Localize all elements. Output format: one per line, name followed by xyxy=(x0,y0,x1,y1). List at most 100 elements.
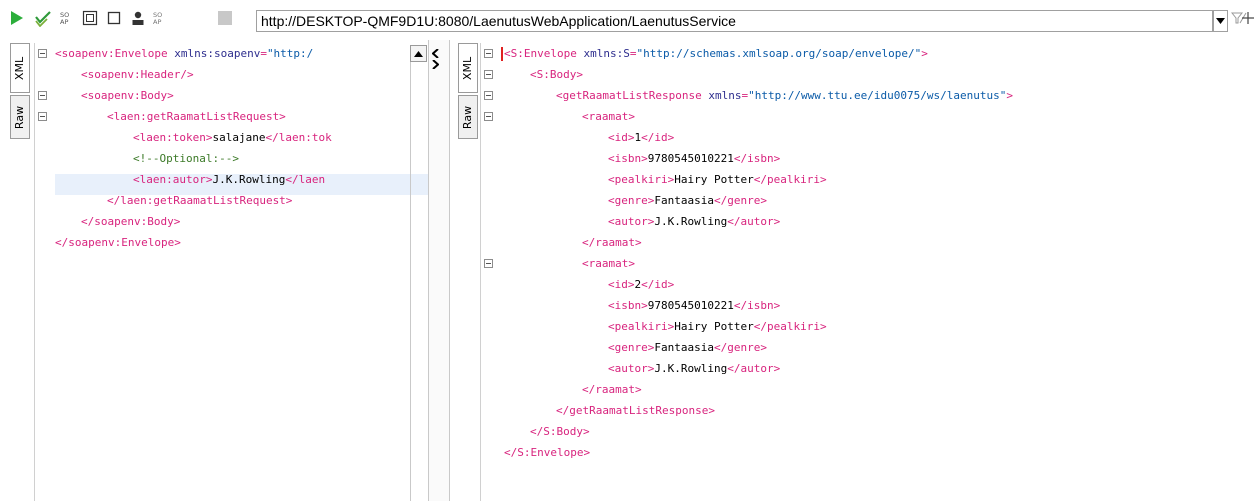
xml-token: </laen:getRaamatListRequest> xyxy=(107,194,293,207)
xml-token: xmlns xyxy=(708,89,742,102)
xml-token: J.K.Rowling xyxy=(654,215,728,228)
xml-line: <S:Body> xyxy=(530,64,583,85)
endpoint-url-input[interactable]: http://DESKTOP-QMF9D1U:8080/LaenutusWebA… xyxy=(256,10,1213,32)
collapse-right-icon[interactable] xyxy=(432,54,440,73)
xml-line: <!--Optional:--> xyxy=(133,148,239,169)
xml-token: <laen:token> xyxy=(133,131,213,144)
xml-token: </autor> xyxy=(727,215,781,228)
xml-token: <id> xyxy=(608,278,635,291)
xml-line: <getRaamatListResponse xmlns="http://www… xyxy=(556,85,1013,106)
xml-token: J.K.Rowling xyxy=(212,173,286,186)
xml-token: </raamat> xyxy=(582,383,642,396)
xml-token: "http:/ xyxy=(266,47,314,60)
xml-token: Fantaasia xyxy=(654,341,714,354)
xml-token: salajane xyxy=(212,131,266,144)
request-tab-raw[interactable]: Raw xyxy=(10,95,30,139)
request-xml-editor[interactable]: <soapenv:Envelope xmlns:soapenv="http:/<… xyxy=(34,43,428,501)
xml-token: <autor> xyxy=(608,215,655,228)
svg-text:AP: AP xyxy=(153,18,161,26)
request-tab-xml[interactable]: XML xyxy=(10,43,30,93)
xml-token: <raamat> xyxy=(582,257,635,270)
xml-token: <S:Body> xyxy=(530,68,583,81)
xml-line: <genre>Fantaasia</genre> xyxy=(608,337,767,358)
fold-toggle-icon[interactable] xyxy=(38,91,47,100)
xml-line: <pealkiri>Hairy Potter</pealkiri> xyxy=(608,169,827,190)
fold-toggle-icon[interactable] xyxy=(484,49,493,58)
xml-line: <isbn>9780545010221</isbn> xyxy=(608,295,780,316)
xml-line: <id>2</id> xyxy=(608,274,674,295)
xml-token: <raamat> xyxy=(582,110,635,123)
user-icon[interactable] xyxy=(129,9,147,27)
xml-token: <pealkiri> xyxy=(608,320,675,333)
xml-line: </S:Body> xyxy=(530,421,590,442)
xml-line: <raamat> xyxy=(582,253,635,274)
xml-token: <isbn> xyxy=(608,299,648,312)
text-cursor xyxy=(501,47,503,61)
xml-token: 9780545010221 xyxy=(647,299,734,312)
xml-token: <laen:getRaamatListRequest> xyxy=(107,110,286,123)
xml-token: <pealkiri> xyxy=(608,173,675,186)
pane-splitter[interactable] xyxy=(428,40,450,501)
square-icon[interactable] xyxy=(105,9,123,27)
response-tab-xml[interactable]: XML xyxy=(458,43,478,93)
xml-token: <id> xyxy=(608,131,635,144)
fold-toggle-icon[interactable] xyxy=(484,112,493,121)
xml-token: <soapenv:Body> xyxy=(81,89,174,102)
fold-toggle-icon[interactable] xyxy=(484,70,493,79)
xml-line: </soapenv:Envelope> xyxy=(55,232,181,253)
xml-token: 9780545010221 xyxy=(647,152,734,165)
xml-line: <isbn>9780545010221</isbn> xyxy=(608,148,780,169)
soap-alt-icon[interactable]: SO AP xyxy=(151,9,169,27)
xml-token: </id> xyxy=(641,278,675,291)
xml-token: </genre> xyxy=(713,341,767,354)
xml-token: "http://www.ttu.ee/idu0075/ws/laenutus" xyxy=(748,89,1007,102)
xml-schema-icon[interactable] xyxy=(81,9,99,27)
fold-toggle-icon[interactable] xyxy=(38,112,47,121)
xml-token: <soapenv:Envelope xyxy=(55,47,175,60)
toolbar: SO AP SO AP http://DESKTOP-QMF9D1U:8080/La… xyxy=(0,0,1258,40)
xml-token: <S:Envelope xyxy=(504,47,584,60)
xml-token: <autor> xyxy=(608,362,655,375)
xml-token: <genre> xyxy=(608,194,655,207)
xml-token: <isbn> xyxy=(608,152,648,165)
xml-token: Fantaasia xyxy=(654,194,714,207)
fold-toggle-icon[interactable] xyxy=(484,91,493,100)
scroll-up-icon[interactable] xyxy=(410,45,427,62)
xml-token: <soapenv:Header/> xyxy=(81,68,194,81)
play-icon[interactable] xyxy=(8,9,26,27)
response-xml-editor[interactable]: <S:Envelope xmlns:S="http://schemas.xmls… xyxy=(480,43,1258,501)
xml-token: > xyxy=(921,47,928,60)
xml-line: <laen:token>salajane</laen:tok xyxy=(133,127,332,148)
fold-toggle-icon[interactable] xyxy=(484,259,493,268)
xml-line: <soapenv:Envelope xmlns:soapenv="http:/ xyxy=(55,43,313,64)
xml-token: </getRaamatListResponse> xyxy=(556,404,715,417)
xml-token: <getRaamatListResponse xyxy=(556,89,709,102)
scrollbar-track[interactable] xyxy=(410,62,411,501)
xml-token: > xyxy=(1006,89,1013,102)
xml-line: <laen:getRaamatListRequest> xyxy=(107,106,286,127)
xml-token: </genre> xyxy=(713,194,767,207)
response-tab-raw[interactable]: Raw xyxy=(458,95,478,139)
xml-token: </laen:tok xyxy=(265,131,332,144)
add-icon[interactable] xyxy=(1238,9,1258,27)
chevron-down-icon[interactable] xyxy=(1213,10,1228,32)
run-all-icon[interactable] xyxy=(34,9,52,27)
xml-token: </pealkiri> xyxy=(753,173,827,186)
xml-token: <genre> xyxy=(608,341,655,354)
fold-toggle-icon[interactable] xyxy=(38,49,47,58)
xml-line: </getRaamatListResponse> xyxy=(556,400,715,421)
soap-icon[interactable]: SO AP xyxy=(58,9,76,27)
xml-line: </soapenv:Body> xyxy=(81,211,180,232)
stop-icon[interactable] xyxy=(216,9,234,27)
xml-token: "http://schemas.xmlsoap.org/soap/envelop… xyxy=(636,47,922,60)
xml-token: Hairy Potter xyxy=(674,173,754,186)
xml-token: </raamat> xyxy=(582,236,642,249)
xml-token: = xyxy=(260,47,267,60)
xml-token: Hairy Potter xyxy=(674,320,754,333)
xml-token: J.K.Rowling xyxy=(654,362,728,375)
xml-token: <laen:autor> xyxy=(133,173,213,186)
xml-line: </S:Envelope> xyxy=(504,442,590,463)
xml-line: <genre>Fantaasia</genre> xyxy=(608,190,767,211)
xml-line: </laen:getRaamatListRequest> xyxy=(107,190,292,211)
xml-token: xmlns:S xyxy=(583,47,630,60)
